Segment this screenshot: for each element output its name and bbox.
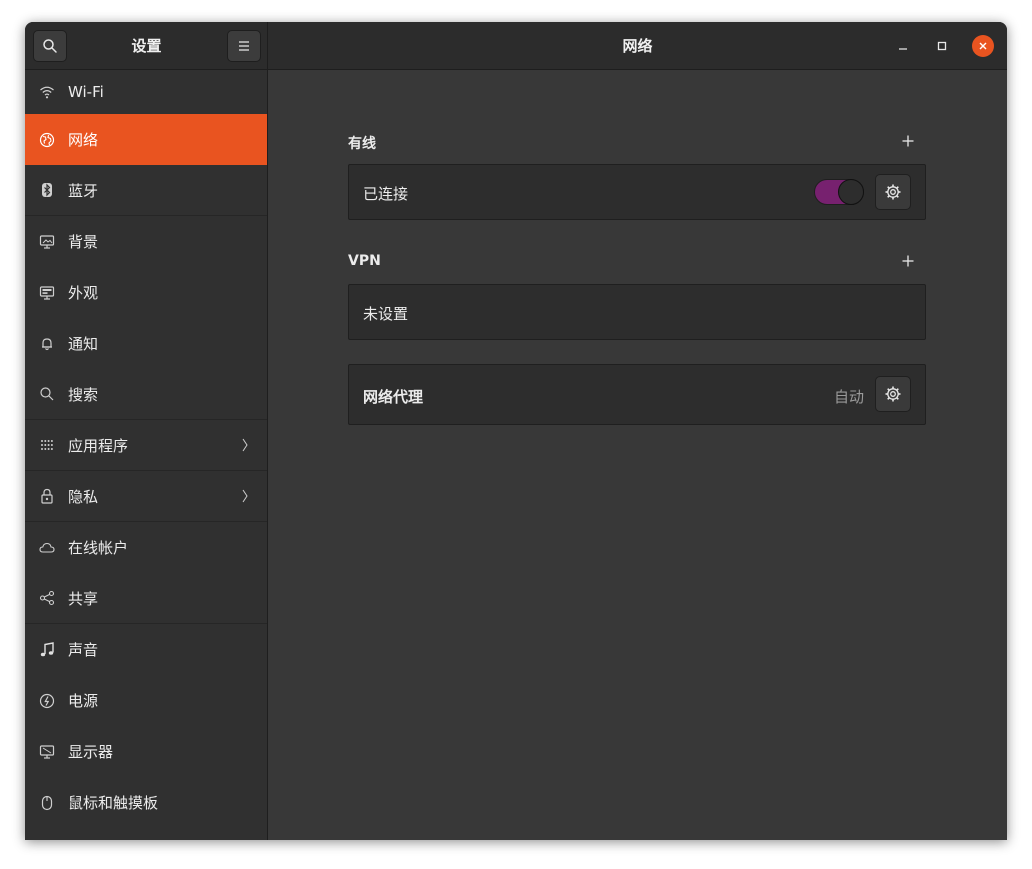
sidebar-item-label: 通知 xyxy=(68,335,99,353)
network-panel: 有线 已连接 VPN 未设置 网络代理 自动 xyxy=(268,70,1007,840)
header-bar: 设置 网络 xyxy=(25,22,1007,70)
close-button[interactable] xyxy=(972,35,994,57)
background-icon xyxy=(39,234,55,250)
cloud-icon xyxy=(39,540,55,556)
maximize-button[interactable] xyxy=(931,35,953,57)
lock-icon xyxy=(39,488,55,504)
sidebar-item-displays[interactable]: 显示器 xyxy=(25,726,267,777)
minimize-button[interactable] xyxy=(892,35,914,57)
sidebar-item-bluetooth[interactable]: 蓝牙 xyxy=(25,165,267,216)
wired-connection-row: 已连接 xyxy=(348,164,926,220)
gear-icon xyxy=(885,184,901,200)
settings-window: 设置 网络 Wi-Fi 网络 蓝牙 背景 外观 通知 搜索 应用程序 隐私 在线… xyxy=(25,22,1007,840)
hamburger-icon xyxy=(239,41,249,51)
bell-icon xyxy=(39,336,55,352)
network-proxy-label: 网络代理 xyxy=(363,388,424,406)
switch-knob xyxy=(838,179,864,205)
sidebar-item-label: 显示器 xyxy=(68,743,114,761)
wired-section-title: 有线 xyxy=(348,136,376,152)
apps-grid-icon xyxy=(39,437,55,453)
sidebar-item-privacy[interactable]: 隐私 xyxy=(25,471,267,522)
sidebar-item-power[interactable]: 电源 xyxy=(25,675,267,726)
sidebar-item-notifications[interactable]: 通知 xyxy=(25,318,267,369)
music-note-icon xyxy=(39,641,55,658)
sidebar-item-label: 声音 xyxy=(68,641,99,659)
sidebar-item-label: 应用程序 xyxy=(68,436,129,455)
wifi-icon xyxy=(39,84,55,100)
sidebar-title: 设置 xyxy=(131,37,162,55)
sidebar-item-label: 网络 xyxy=(68,131,99,149)
sidebar-item-label: Wi-Fi xyxy=(68,83,104,101)
wired-toggle-switch[interactable] xyxy=(814,179,864,205)
gear-icon xyxy=(885,386,901,402)
sidebar-item-mouse-touchpad[interactable]: 鼠标和触摸板 xyxy=(25,777,267,828)
sidebar-item-label: 在线帐户 xyxy=(68,539,129,557)
add-vpn-button[interactable] xyxy=(900,253,916,269)
chevron-right-icon xyxy=(241,438,249,456)
sidebar-item-label: 搜索 xyxy=(68,385,99,404)
search-icon xyxy=(43,39,57,53)
sidebar-item-label: 外观 xyxy=(68,284,99,302)
sidebar-item-label: 蓝牙 xyxy=(68,181,99,200)
wired-settings-button[interactable] xyxy=(875,174,911,210)
appearance-icon xyxy=(39,285,55,301)
sidebar-item-applications[interactable]: 应用程序 xyxy=(25,420,267,471)
sidebar-item-online-accounts[interactable]: 在线帐户 xyxy=(25,522,267,573)
vpn-section-title: VPN xyxy=(348,253,381,269)
sidebar-item-label: 共享 xyxy=(68,589,99,608)
menu-button[interactable] xyxy=(227,30,261,62)
wired-status-label: 已连接 xyxy=(363,185,409,203)
bluetooth-icon xyxy=(39,182,55,198)
sidebar-item-appearance[interactable]: 外观 xyxy=(25,267,267,318)
sidebar-item-network[interactable]: 网络 xyxy=(25,114,267,165)
maximize-icon xyxy=(937,41,947,51)
search-icon xyxy=(39,386,55,402)
add-wired-button[interactable] xyxy=(900,133,916,149)
sidebar-item-search[interactable]: 搜索 xyxy=(25,369,267,420)
sidebar-item-label: 背景 xyxy=(68,233,99,251)
sidebar-item-label: 鼠标和触摸板 xyxy=(68,794,159,812)
vpn-row: 未设置 xyxy=(348,284,926,340)
plus-icon xyxy=(902,135,914,147)
sidebar-item-background[interactable]: 背景 xyxy=(25,216,267,267)
network-icon xyxy=(39,132,55,148)
minimize-icon xyxy=(899,48,907,50)
sidebar-item-label: 隐私 xyxy=(68,487,99,506)
sidebar-item-label: 电源 xyxy=(68,692,99,710)
plus-icon xyxy=(902,255,914,267)
sidebar-item-sound[interactable]: 声音 xyxy=(25,624,267,675)
sidebar-item-sharing[interactable]: 共享 xyxy=(25,573,267,624)
network-proxy-status: 自动 xyxy=(834,388,865,406)
search-button[interactable] xyxy=(33,30,67,62)
sidebar-header: 设置 xyxy=(25,22,268,70)
display-icon xyxy=(39,744,55,760)
power-icon xyxy=(39,693,55,709)
vpn-status-label: 未设置 xyxy=(363,305,409,323)
sidebar: Wi-Fi 网络 蓝牙 背景 外观 通知 搜索 应用程序 隐私 在线帐户 共享 … xyxy=(25,70,268,840)
close-icon xyxy=(979,42,987,50)
network-proxy-settings-button[interactable] xyxy=(875,376,911,412)
sidebar-item-wifi[interactable]: Wi-Fi xyxy=(25,70,267,114)
network-proxy-row[interactable]: 网络代理 自动 xyxy=(348,364,926,425)
chevron-right-icon xyxy=(241,489,249,507)
share-icon xyxy=(39,590,55,606)
mouse-icon xyxy=(39,795,55,811)
